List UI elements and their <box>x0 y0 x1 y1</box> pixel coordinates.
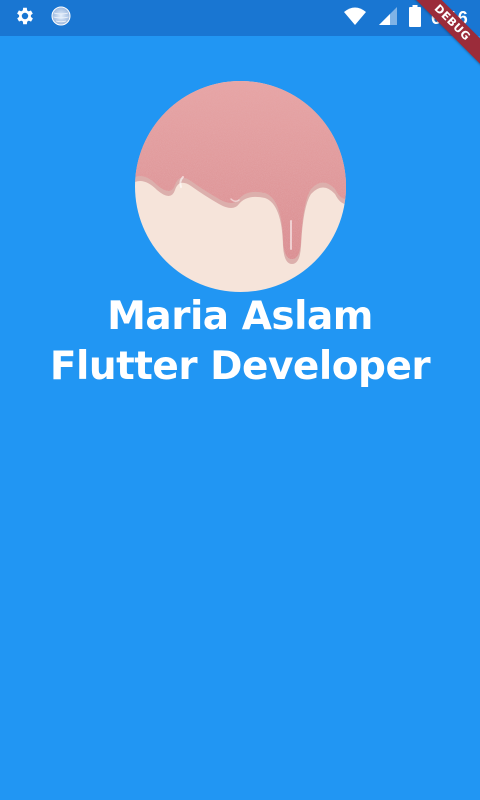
cellular-signal-icon <box>377 6 399 30</box>
gear-icon <box>14 5 36 31</box>
status-left-icons <box>14 6 72 30</box>
globe-icon <box>50 5 72 31</box>
status-bar: 6:16 <box>0 0 480 36</box>
profile-title: Flutter Developer <box>49 344 431 389</box>
profile-text: Maria Aslam Flutter Developer <box>0 292 480 392</box>
battery-icon <box>409 5 422 31</box>
wifi-icon <box>343 6 367 30</box>
profile-avatar <box>135 81 346 292</box>
profile-name: Maria Aslam <box>107 294 373 339</box>
